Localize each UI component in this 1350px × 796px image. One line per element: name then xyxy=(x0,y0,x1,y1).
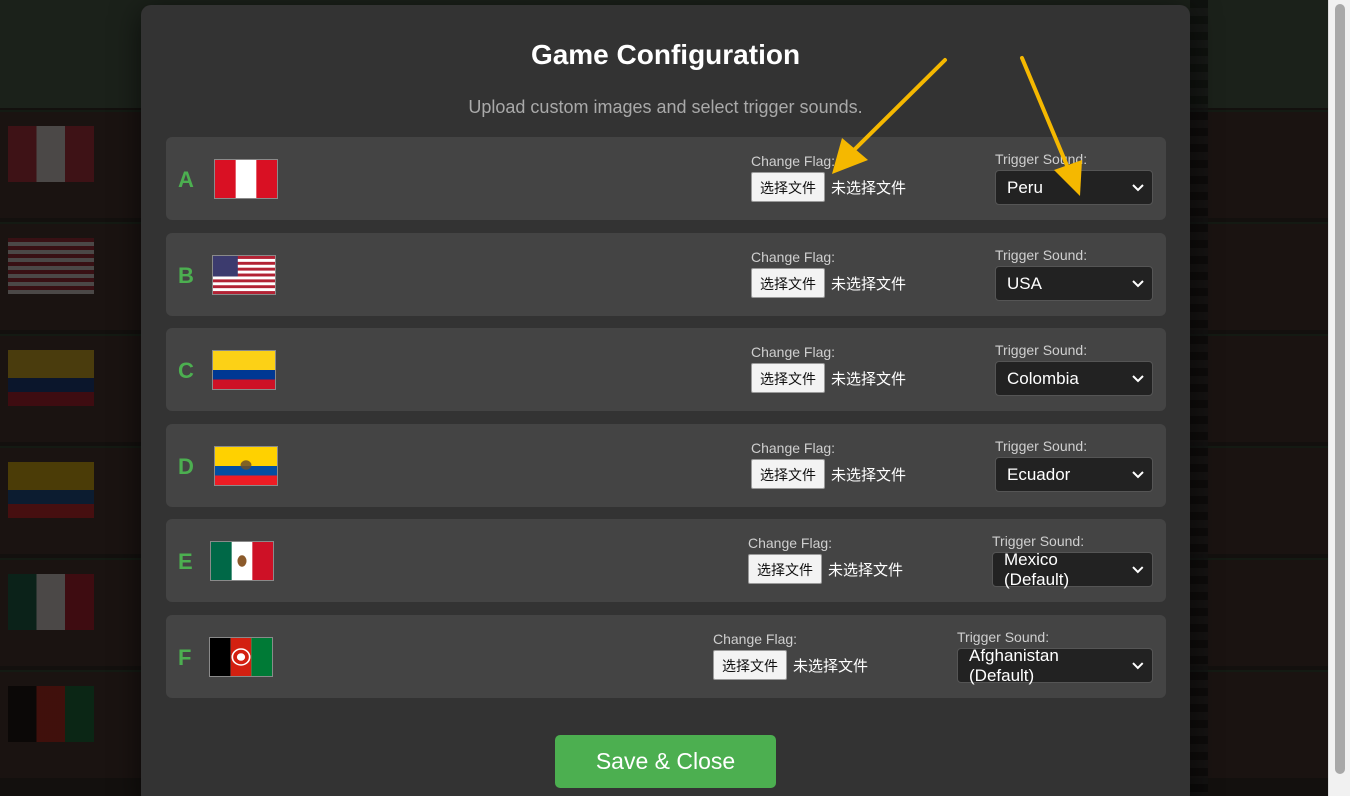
trigger-sound-label: Trigger Sound: xyxy=(957,629,1050,645)
selected-sound: Peru xyxy=(1007,177,1043,197)
choose-file-button[interactable]: 选择文件 xyxy=(751,172,825,202)
file-status: 未选择文件 xyxy=(831,465,907,484)
choose-file-button[interactable]: 选择文件 xyxy=(751,268,825,298)
trigger-sound-group: Trigger Sound: USA xyxy=(995,247,1153,301)
trigger-sound-label: Trigger Sound: xyxy=(995,151,1088,167)
afghanistan-flag-icon xyxy=(209,637,273,677)
file-status: 未选择文件 xyxy=(831,369,907,388)
selected-sound: Afghanistan (Default) xyxy=(969,645,1059,685)
trigger-sound-select[interactable]: Peru xyxy=(995,170,1153,205)
colombia-flag-icon xyxy=(212,350,276,390)
change-flag-label: Change Flag: xyxy=(751,249,836,265)
row-letter: A xyxy=(178,167,194,192)
config-row-b: B Change Flag: 选择文件 未选择文件 Trigger Sound:… xyxy=(166,233,1166,316)
change-flag-group: Change Flag: 选择文件 未选择文件 xyxy=(713,631,868,680)
trigger-sound-select[interactable]: Afghanistan (Default) xyxy=(957,645,1153,685)
choose-file-button[interactable]: 选择文件 xyxy=(748,554,822,584)
chevron-down-icon xyxy=(1132,470,1144,478)
row-letter: E xyxy=(178,549,193,574)
row-letter: F xyxy=(178,645,192,670)
page-scrollbar[interactable] xyxy=(1328,0,1350,796)
config-row-f: F Change Flag: 选择文件 未选择文件 Trigger Sound:… xyxy=(166,615,1166,698)
file-status: 未选择文件 xyxy=(831,178,907,197)
trigger-sound-label: Trigger Sound: xyxy=(995,247,1088,263)
choose-file-button[interactable]: 选择文件 xyxy=(713,650,787,680)
chevron-down-icon xyxy=(1132,374,1144,382)
trigger-sound-label: Trigger Sound: xyxy=(992,533,1085,549)
choose-file-button[interactable]: 选择文件 xyxy=(751,363,825,393)
selected-sound: USA xyxy=(1007,273,1042,293)
scrollbar-thumb[interactable] xyxy=(1335,4,1345,774)
change-flag-label: Change Flag: xyxy=(751,344,836,360)
file-status: 未选择文件 xyxy=(831,274,907,293)
config-row-c: C Change Flag: 选择文件 未选择文件 Trigger Sound:… xyxy=(166,328,1166,411)
selected-sound: Colombia xyxy=(1007,368,1079,388)
change-flag-label: Change Flag: xyxy=(713,631,798,647)
mexico-flag-icon xyxy=(210,541,274,581)
usa-flag-icon xyxy=(212,255,276,295)
change-flag-group: Change Flag: 选择文件 未选择文件 xyxy=(748,535,903,584)
choose-file-button[interactable]: 选择文件 xyxy=(751,459,825,489)
ecuador-flag-icon xyxy=(214,446,278,486)
save-close-button[interactable]: Save & Close xyxy=(555,735,776,788)
trigger-sound-group: Trigger Sound: Ecuador xyxy=(995,438,1153,492)
trigger-sound-select[interactable]: Mexico (Default) xyxy=(992,549,1153,589)
trigger-sound-select[interactable]: Ecuador xyxy=(995,457,1153,492)
config-row-e: E Change Flag: 选择文件 未选择文件 Trigger Sound:… xyxy=(166,519,1166,602)
chevron-down-icon xyxy=(1132,565,1144,573)
trigger-sound-group: Trigger Sound: Colombia xyxy=(995,342,1153,396)
peru-flag-icon xyxy=(214,159,278,199)
row-letter: D xyxy=(178,454,194,479)
config-row-d: D Change Flag: 选择文件 未选择文件 Trigger Sound:… xyxy=(166,424,1166,507)
trigger-sound-group: Trigger Sound: Mexico (Default) xyxy=(992,533,1153,589)
change-flag-group: Change Flag: 选择文件 未选择文件 xyxy=(751,153,906,202)
modal-subtitle: Upload custom images and select trigger … xyxy=(468,97,863,117)
chevron-down-icon xyxy=(1132,279,1144,287)
trigger-sound-select[interactable]: USA xyxy=(995,266,1153,301)
change-flag-label: Change Flag: xyxy=(751,440,836,456)
trigger-sound-select[interactable]: Colombia xyxy=(995,361,1153,396)
change-flag-group: Change Flag: 选择文件 未选择文件 xyxy=(751,344,906,393)
modal-title: Game Configuration xyxy=(530,39,801,70)
selected-sound: Mexico (Default) xyxy=(1004,549,1070,589)
row-letter: C xyxy=(178,358,194,383)
trigger-sound-group: Trigger Sound: Peru xyxy=(995,151,1153,205)
chevron-down-icon xyxy=(1132,661,1144,669)
chevron-down-icon xyxy=(1132,183,1144,191)
game-configuration-modal: Game Configuration Upload custom images … xyxy=(141,5,1190,796)
file-status: 未选择文件 xyxy=(793,656,869,675)
row-letter: B xyxy=(178,263,194,288)
trigger-sound-label: Trigger Sound: xyxy=(995,342,1088,358)
selected-sound: Ecuador xyxy=(1007,464,1071,484)
trigger-sound-group: Trigger Sound: Afghanistan (Default) xyxy=(957,629,1153,685)
change-flag-group: Change Flag: 选择文件 未选择文件 xyxy=(751,440,906,489)
trigger-sound-label: Trigger Sound: xyxy=(995,438,1088,454)
config-row-a: A Change Flag: 选择文件 未选择文件 Trigger Sound:… xyxy=(166,137,1166,220)
file-status: 未选择文件 xyxy=(828,560,904,579)
change-flag-group: Change Flag: 选择文件 未选择文件 xyxy=(751,249,906,298)
change-flag-label: Change Flag: xyxy=(751,153,836,169)
change-flag-label: Change Flag: xyxy=(748,535,833,551)
